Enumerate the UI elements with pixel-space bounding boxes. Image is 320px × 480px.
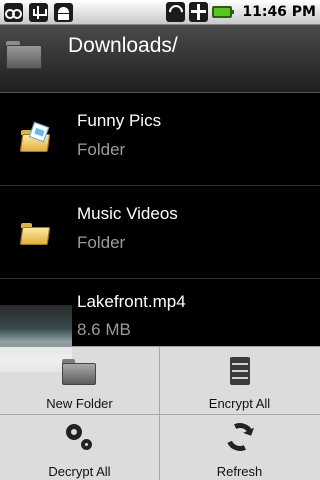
refresh-icon (222, 419, 258, 455)
page-title: Downloads/ (68, 34, 178, 57)
usb-icon (29, 3, 48, 22)
decrypt-all-button[interactable]: Decrypt All (0, 415, 159, 480)
airplane-icon (189, 2, 209, 22)
system-icons: 11:46 PM (166, 2, 316, 22)
file-detail: Folder (77, 140, 126, 159)
file-detail: Folder (77, 233, 126, 252)
list-item[interactable]: Funny Pics Folder (0, 93, 320, 186)
file-name: Music Videos (77, 204, 178, 223)
status-bar: 11:46 PM (0, 0, 320, 25)
battery-icon (212, 6, 235, 18)
file-detail: 8.6 MB (77, 320, 131, 339)
refresh-button[interactable]: Refresh (160, 415, 319, 480)
new-folder-button[interactable]: New Folder (0, 347, 159, 413)
title-bar: Downloads/ (0, 25, 320, 93)
folder-pictures-icon (19, 121, 51, 152)
wifi-icon (166, 2, 186, 22)
menu-item-label: New Folder (46, 396, 113, 411)
menu-item-label: Refresh (216, 464, 263, 479)
options-menu: New Folder Encrypt All Decrypt All Refre… (0, 346, 320, 480)
menu-item-label: Encrypt All (208, 396, 271, 411)
folder-icon (19, 223, 51, 245)
encrypt-all-button[interactable]: Encrypt All (160, 347, 319, 413)
new-folder-icon (62, 359, 96, 385)
notification-icons (4, 3, 73, 22)
android-icon (54, 3, 73, 22)
folder-icon[interactable] (6, 41, 42, 69)
voicemail-icon (4, 3, 23, 22)
file-name: Lakefront.mp4 (77, 292, 186, 311)
clock: 11:46 PM (242, 4, 316, 20)
decrypt-gears-icon (66, 424, 94, 452)
encrypt-icon (230, 357, 250, 385)
menu-item-label: Decrypt All (48, 464, 111, 479)
list-item[interactable]: Music Videos Folder (0, 186, 320, 279)
file-name: Funny Pics (77, 111, 162, 130)
